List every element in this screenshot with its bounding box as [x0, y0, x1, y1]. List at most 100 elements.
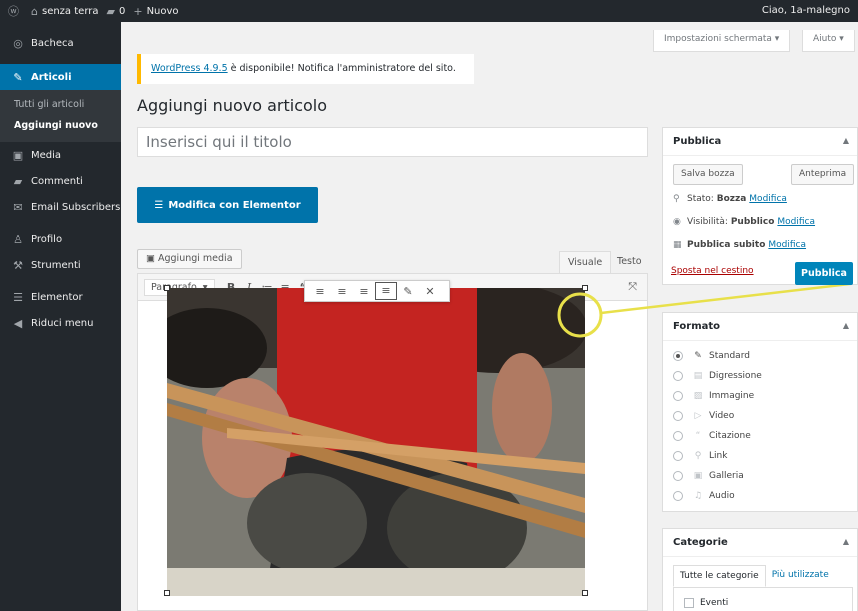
submenu-item-all-posts[interactable]: Tutti gli articoli — [0, 94, 121, 115]
sidebar-item-articoli[interactable]: ✎ Articoli — [0, 64, 121, 90]
resize-handle-br[interactable] — [582, 590, 588, 596]
wordpress-logo[interactable]: ⓦ — [8, 3, 23, 19]
home-icon: ⌂ — [31, 4, 38, 18]
gallery-icon: ▣ — [693, 471, 703, 481]
tab-all-categories[interactable]: Tutte le categorie — [673, 565, 766, 587]
edit-with-elementor-button[interactable]: ☰ Modifica con Elementor — [137, 187, 318, 223]
tab-text[interactable]: Testo — [609, 251, 650, 273]
toggle-arrow-icon[interactable]: ▲ — [843, 321, 849, 330]
resize-handle-bl[interactable] — [164, 590, 170, 596]
admin-bar: ⓦ ⌂ senza terra ▰ 0 + Nuovo Ciao, 1a-malegn… — [0, 0, 858, 22]
image-align-left-icon[interactable]: ≡ — [309, 285, 331, 298]
dashboard-icon: ◎ — [13, 36, 23, 50]
wordpress-version-link[interactable]: WordPress 4.9.5 — [151, 63, 228, 74]
format-option-aside[interactable]: ▤ Digressione — [673, 371, 762, 381]
eye-icon: ◉ — [673, 217, 681, 227]
image-align-center-icon[interactable]: ≡ — [331, 285, 353, 298]
remove-image-icon[interactable]: ✕ — [419, 285, 441, 298]
publish-box-header[interactable]: Pubblica ▲ — [663, 128, 857, 156]
edit-image-icon[interactable]: ✎ — [397, 285, 419, 298]
schedule-row: ▦ Pubblica subito Modifica — [673, 240, 807, 250]
format-option-link[interactable]: ⚲ Link — [673, 451, 727, 461]
radio-selected[interactable] — [673, 351, 683, 361]
preview-button[interactable]: Anteprima — [791, 164, 855, 185]
screen-options-button[interactable]: Impostazioni schermata ▾ — [653, 30, 791, 52]
collapse-icon: ◀ — [13, 316, 23, 330]
category-list: Eventi — [673, 587, 853, 611]
format-option-quote[interactable]: “Citazione — [673, 431, 751, 441]
radio[interactable] — [673, 371, 683, 381]
admin-sidebar: ◎ Bacheca ✎ Articoli Tutti gli articoli Ag… — [0, 22, 121, 611]
radio[interactable] — [673, 471, 683, 481]
radio[interactable] — [673, 431, 683, 441]
edit-schedule-link[interactable]: Modifica — [768, 240, 806, 250]
toggle-arrow-icon[interactable]: ▲ — [843, 136, 849, 145]
comment-icon: ▰ — [13, 174, 23, 188]
image-align-right-icon[interactable]: ≡ — [353, 285, 375, 298]
pin-icon: ✎ — [13, 70, 23, 84]
post-status-row: ⚲ Stato: Bozza Modifica — [673, 194, 787, 204]
highlight-circle — [557, 292, 603, 338]
resize-handle-tl[interactable] — [164, 285, 170, 291]
comment-icon: ▰ — [106, 4, 115, 18]
quote-icon: “ — [695, 431, 701, 441]
radio[interactable] — [673, 491, 683, 501]
format-option-gallery[interactable]: ▣ Galleria — [673, 471, 744, 481]
email-icon: ✉ — [13, 200, 23, 214]
format-box-header[interactable]: Formato ▲ — [663, 313, 857, 341]
checkbox[interactable] — [684, 598, 694, 608]
wordpress-icon: ⓦ — [8, 5, 19, 18]
comments-link[interactable]: ▰ 0 — [107, 5, 126, 18]
categories-box-header[interactable]: Categorie ▲ — [663, 529, 857, 557]
save-draft-button[interactable]: Salva bozza — [673, 164, 743, 185]
format-option-standard[interactable]: ✎ Standard — [673, 351, 750, 361]
inserted-image[interactable] — [167, 288, 585, 596]
calendar-icon: ▦ — [673, 240, 682, 250]
screen-meta-links: Impostazioni schermata ▾ — [653, 30, 791, 52]
category-item[interactable]: Eventi — [684, 598, 728, 608]
radio[interactable] — [673, 391, 683, 401]
category-tabs: Tutte le categorie Più utilizzate — [673, 565, 835, 587]
edit-visibility-link[interactable]: Modifica — [777, 217, 815, 227]
plus-icon: + — [133, 4, 143, 18]
tab-visual[interactable]: Visuale — [559, 251, 612, 273]
sidebar-item-commenti[interactable]: ▰ Commenti — [0, 168, 121, 194]
link-icon: ⚲ — [694, 451, 702, 461]
publish-button[interactable]: Pubblica — [795, 262, 853, 285]
sidebar-item-email-subscribers[interactable]: ✉ Email Subscribers — [0, 194, 121, 220]
sidebar-item-strumenti[interactable]: ⚒ Strumenti — [0, 252, 121, 278]
aside-icon: ▤ — [693, 371, 703, 381]
format-option-audio[interactable]: ♫ Audio — [673, 491, 735, 501]
format-option-video[interactable]: ▷ Video — [673, 411, 734, 421]
add-media-button[interactable]: ▣ Aggiungi media — [137, 249, 242, 269]
submenu-item-add-new[interactable]: Aggiungi nuovo — [0, 115, 121, 136]
sidebar-item-elementor[interactable]: ☰ Elementor — [0, 284, 121, 310]
image-icon: ▨ — [693, 391, 703, 401]
tab-most-used[interactable]: Più utilizzate — [766, 565, 835, 587]
sidebar-item-media[interactable]: ▣ Media — [0, 142, 121, 168]
new-content-link[interactable]: + Nuovo — [133, 5, 178, 18]
update-notice: WordPress 4.9.5 è disponibile! Notifica … — [137, 54, 474, 84]
post-title-input[interactable]: Inserisci qui il titolo — [137, 127, 648, 157]
sidebar-item-bacheca[interactable]: ◎ Bacheca — [0, 30, 121, 56]
edit-status-link[interactable]: Modifica — [749, 194, 787, 204]
site-name-link[interactable]: ⌂ senza terra — [31, 5, 99, 18]
help-links: Aiuto ▾ — [802, 30, 855, 52]
account-greeting[interactable]: Ciao, 1a-malegno — [762, 5, 850, 16]
image-align-none-icon[interactable]: ≡ — [375, 282, 397, 300]
help-button[interactable]: Aiuto ▾ — [802, 30, 855, 52]
format-option-image[interactable]: ▨ Immagine — [673, 391, 754, 401]
page-title: Aggiungi nuovo articolo — [137, 96, 328, 115]
sidebar-item-collapse-menu[interactable]: ◀ Riduci menu — [0, 310, 121, 336]
highlight-pointer-line — [600, 281, 858, 315]
radio[interactable] — [673, 411, 683, 421]
move-to-trash-link[interactable]: Sposta nel cestino — [671, 266, 754, 276]
format-box: Formato ▲ ✎ Standard ▤ Digressione ▨ Immagin… — [662, 312, 858, 512]
audio-icon: ♫ — [693, 491, 703, 501]
sidebar-item-profilo[interactable]: ♙ Profilo — [0, 226, 121, 252]
photo-graphic — [167, 288, 585, 596]
toggle-arrow-icon[interactable]: ▲ — [843, 537, 849, 546]
radio[interactable] — [673, 451, 683, 461]
wrench-icon: ⚒ — [13, 258, 23, 272]
image-toolbar: ≡ ≡ ≡ ≡ ✎ ✕ — [304, 280, 450, 302]
